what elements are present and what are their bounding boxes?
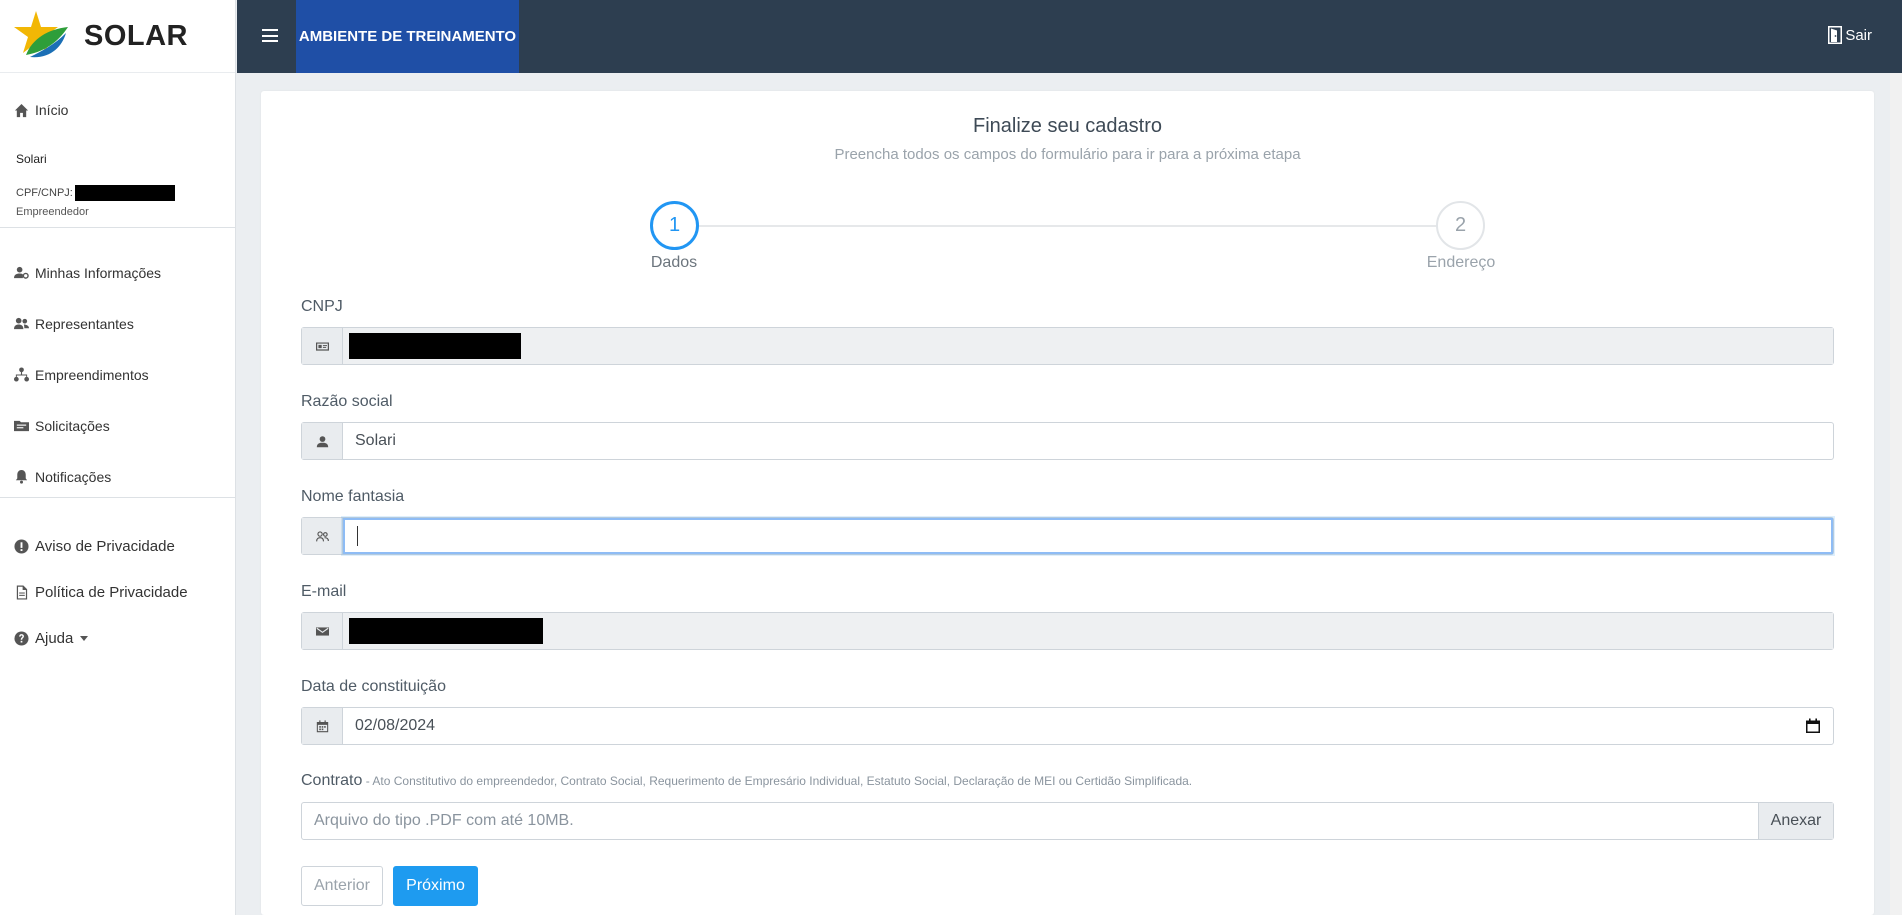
sidebar-item-solicitacoes[interactable]: Solicitações	[0, 400, 236, 451]
id-card-icon	[302, 328, 343, 364]
data-constituicao-field[interactable]: 02/08/2024	[301, 707, 1834, 745]
registration-card: Finalize seu cadastro Preencha todos os …	[261, 91, 1874, 915]
brand-logo[interactable]: SOLAR	[0, 0, 235, 73]
link-label: Política de Privacidade	[35, 583, 188, 601]
contrato-hint: - Ato Constitutivo do empreendedor, Cont…	[362, 774, 1193, 788]
sidebar-divider	[0, 497, 236, 498]
redacted-cnpj	[349, 333, 521, 359]
email-label: E-mail	[301, 583, 347, 600]
scrollbar[interactable]	[1890, 73, 1902, 915]
text-cursor	[357, 526, 358, 546]
step-2[interactable]: 2	[1436, 201, 1485, 250]
data-constituicao-label: Data de constituição	[301, 678, 446, 695]
redacted-email	[349, 618, 543, 644]
logout-button[interactable]: Sair	[1827, 26, 1872, 44]
contrato-label: Contrato - Ato Constitutivo do empreende…	[301, 772, 1192, 790]
logout-label: Sair	[1845, 26, 1872, 44]
nome-fantasia-input[interactable]	[343, 518, 1833, 554]
sidebar-item-representantes[interactable]: Representantes	[0, 298, 236, 349]
calendar-picker-icon[interactable]	[1805, 718, 1821, 734]
razao-social-input[interactable]: Solari	[343, 423, 1833, 459]
link-label: Aviso de Privacidade	[35, 537, 175, 555]
user-name: Solari	[16, 152, 47, 166]
sidebar-item-label: Minhas Informações	[35, 264, 162, 281]
razao-social-label: Razão social	[301, 393, 393, 410]
contrato-file-field[interactable]: Arquivo do tipo .PDF com até 10MB. Anexa…	[301, 802, 1834, 840]
sidebar-item-notificacoes[interactable]: Notificações	[0, 451, 236, 502]
page-title: Finalize seu cadastro	[973, 115, 1162, 137]
email-input[interactable]	[343, 613, 1833, 649]
data-constituicao-input[interactable]: 02/08/2024	[343, 708, 1833, 744]
sidebar-divider	[0, 227, 236, 228]
anterior-button[interactable]: Anterior	[301, 866, 383, 906]
politica-privacidade-link[interactable]: Política de Privacidade	[0, 569, 236, 615]
brand-name: SOLAR	[84, 19, 188, 52]
exclamation-circle-icon	[14, 538, 29, 554]
anexar-button[interactable]: Anexar	[1758, 803, 1833, 839]
sidebar-item-label: Início	[35, 102, 69, 118]
folder-icon	[14, 420, 29, 432]
sidebar-item-minhas-informacoes[interactable]: Minhas Informações	[0, 247, 236, 298]
sidebar-item-inicio[interactable]: Início	[0, 100, 68, 120]
door-exit-icon	[1828, 26, 1843, 44]
step-1-label: Dados	[650, 254, 698, 271]
sidebar-item-label: Empreendimentos	[35, 366, 149, 383]
aviso-privacidade-link[interactable]: Aviso de Privacidade	[0, 523, 236, 569]
stepper-line	[674, 225, 1458, 227]
user-role: Empreendedor	[16, 206, 89, 218]
user-gear-icon	[14, 266, 29, 279]
nome-fantasia-field[interactable]	[301, 517, 1834, 555]
caret-down-icon	[80, 635, 89, 641]
sidebar-item-empreendimentos[interactable]: Empreendimentos	[0, 349, 236, 400]
step-2-label: Endereço	[1426, 254, 1496, 271]
user-icon	[302, 423, 343, 459]
bell-icon	[15, 469, 28, 484]
cnpj-label: CNPJ	[301, 298, 343, 315]
cnpj-field[interactable]	[301, 327, 1834, 365]
topbar: AMBIENTE DE TREINAMENTO Sair	[237, 0, 1902, 73]
contrato-title: Contrato	[301, 772, 363, 789]
envelope-icon	[302, 613, 343, 649]
email-field[interactable]	[301, 612, 1834, 650]
sidebar-links: Aviso de Privacidade Política de Privaci…	[0, 523, 236, 661]
cpf-label: CPF/CNPJ:	[16, 187, 73, 199]
razao-social-field[interactable]: Solari	[301, 422, 1834, 460]
step-1[interactable]: 1	[650, 201, 699, 250]
date-value: 02/08/2024	[355, 717, 436, 734]
sidebar-item-label: Notificações	[35, 468, 112, 485]
page-subtitle: Preencha todos os campos do formulário p…	[834, 146, 1301, 163]
proximo-button[interactable]: Próximo	[393, 866, 478, 906]
solar-logo-icon	[14, 11, 68, 58]
users-icon	[302, 518, 343, 554]
sidebar-item-label: Representantes	[35, 315, 134, 332]
menu-toggle-icon[interactable]	[262, 29, 278, 42]
contrato-file-input[interactable]: Arquivo do tipo .PDF com até 10MB.	[302, 803, 1758, 839]
environment-badge: AMBIENTE DE TREINAMENTO	[296, 0, 519, 73]
home-icon	[14, 103, 29, 117]
file-icon	[16, 584, 28, 600]
redacted-cpf	[74, 185, 175, 201]
cnpj-input[interactable]	[343, 328, 1833, 364]
sitemap-icon	[14, 367, 29, 382]
sidebar-nav: Minhas Informações Representantes Empree…	[0, 247, 236, 502]
ajuda-dropdown[interactable]: Ajuda	[0, 615, 236, 661]
users-icon	[14, 317, 29, 330]
nome-fantasia-label: Nome fantasia	[301, 488, 405, 505]
sidebar: SOLAR Início Solari CPF/CNPJ: Empreended…	[0, 0, 236, 915]
sidebar-item-label: Solicitações	[35, 417, 110, 434]
link-label: Ajuda	[35, 629, 74, 647]
user-cpf: CPF/CNPJ:	[16, 185, 175, 201]
calendar-icon	[302, 708, 343, 744]
question-circle-icon	[14, 630, 29, 646]
